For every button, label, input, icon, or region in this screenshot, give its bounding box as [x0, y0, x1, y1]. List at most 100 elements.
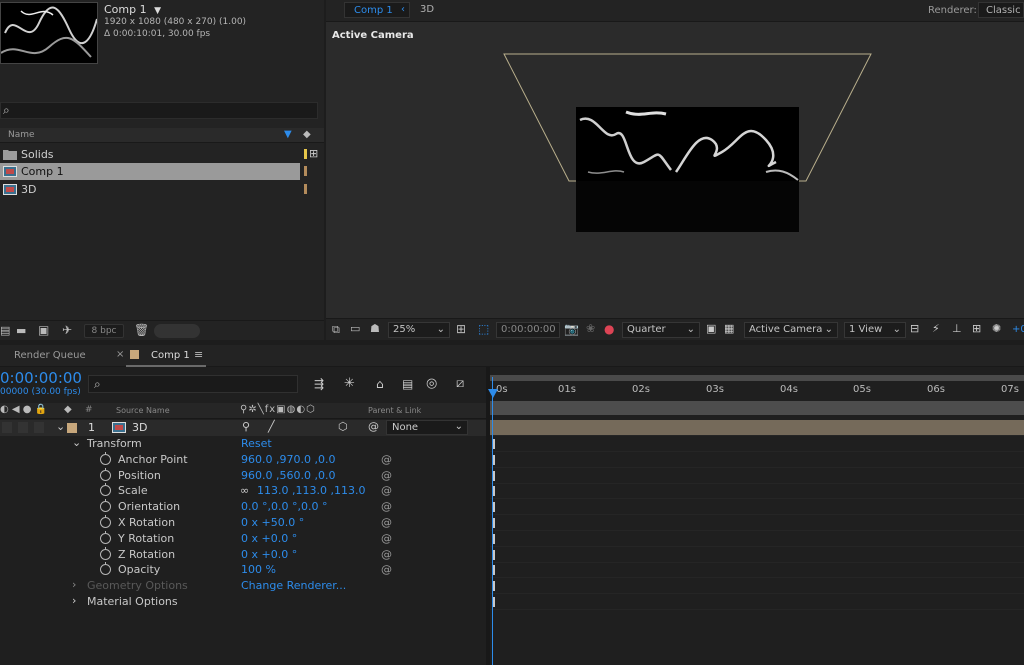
- property-row-scale[interactable]: Scale ∞ 113.0 ,113.0 ,113.0 @: [0, 483, 486, 499]
- geometry-options-row[interactable]: › Geometry Options Change Renderer...: [0, 578, 486, 594]
- keyframe-marker[interactable]: [493, 581, 495, 591]
- label-tag-icon[interactable]: ◆: [303, 129, 311, 140]
- parent-select[interactable]: None ⌄: [386, 420, 468, 435]
- motion-blur-icon[interactable]: ◎: [426, 376, 437, 391]
- transform-group-row[interactable]: ⌄ Transform Reset: [0, 436, 486, 452]
- property-row-position[interactable]: Position 960.0 ,560.0 ,0.0 @: [0, 468, 486, 484]
- project-search-input[interactable]: ⌕: [0, 102, 318, 119]
- pickwhip-icon[interactable]: @: [381, 516, 392, 529]
- property-value[interactable]: 0 x +0.0 °: [241, 532, 297, 545]
- comp-mini-flowchart-icon[interactable]: ⇶: [314, 377, 324, 391]
- property-row-opacity[interactable]: Opacity 100 % @: [0, 562, 486, 578]
- exposure-value[interactable]: +0: [1012, 324, 1024, 335]
- project-scrollbar[interactable]: [154, 324, 200, 338]
- renderer-select[interactable]: Classic 3: [978, 2, 1024, 18]
- flowchart-icon[interactable]: ⊞: [972, 322, 981, 335]
- project-item-solids[interactable]: Solids ⊞: [0, 146, 318, 163]
- audio-toggle[interactable]: [18, 422, 28, 433]
- trash-icon[interactable]: 🗑: [134, 323, 149, 337]
- stopwatch-icon[interactable]: [100, 483, 111, 496]
- expand-chevron-icon[interactable]: ›: [72, 594, 76, 607]
- fast-previews-icon[interactable]: ⚡: [932, 322, 940, 335]
- stopwatch-icon[interactable]: [100, 562, 111, 575]
- panel-menu-icon[interactable]: ≡: [194, 348, 203, 361]
- keyframe-marker[interactable]: [493, 518, 495, 528]
- pickwhip-icon[interactable]: @: [381, 532, 392, 545]
- keyframe-marker[interactable]: [493, 597, 495, 607]
- keyframe-marker[interactable]: [493, 565, 495, 575]
- show-snapshot-icon[interactable]: ❀: [586, 322, 595, 335]
- chevron-left-icon[interactable]: ‹: [401, 4, 405, 15]
- stopwatch-icon[interactable]: [100, 468, 111, 481]
- layer-row-3d[interactable]: ⌄ 1 3D ⚲ ╱ ⬡ @ None ⌄: [0, 420, 486, 436]
- tab-comp1[interactable]: Comp 1: [151, 350, 190, 361]
- keyframe-marker[interactable]: [493, 534, 495, 544]
- monitor-icon[interactable]: ▭: [350, 322, 360, 335]
- close-icon[interactable]: ×: [116, 349, 124, 360]
- transparency-grid-icon[interactable]: ▦: [724, 322, 734, 335]
- keyframe-marker[interactable]: [493, 502, 495, 512]
- graph-editor-icon[interactable]: ⧄: [456, 376, 464, 391]
- property-row-z-rotation[interactable]: Z Rotation 0 x +0.0 ° @: [0, 547, 486, 563]
- reset-link[interactable]: Reset: [241, 437, 272, 450]
- project-item-comp1[interactable]: Comp 1: [0, 163, 307, 180]
- grid-icon[interactable]: ⊞: [456, 322, 466, 336]
- property-row-orientation[interactable]: Orientation 0.0 °,0.0 °,0.0 ° @: [0, 499, 486, 515]
- property-value[interactable]: 100 %: [241, 563, 276, 576]
- source-name-column-label[interactable]: Source Name: [116, 406, 170, 415]
- name-column-label[interactable]: Name: [8, 130, 35, 140]
- pickwhip-icon[interactable]: @: [381, 500, 392, 513]
- mask-icon[interactable]: ☗: [370, 322, 380, 335]
- expand-chevron-icon[interactable]: ⌄: [72, 436, 81, 449]
- snapshot-icon[interactable]: 📷: [564, 322, 579, 336]
- label-tag-icon[interactable]: ◆: [64, 404, 72, 415]
- viewer-tab-3d[interactable]: 3D: [420, 4, 434, 15]
- pickwhip-icon[interactable]: @: [368, 420, 379, 433]
- property-row-x-rotation[interactable]: X Rotation 0 x +50.0 ° @: [0, 515, 486, 531]
- property-value[interactable]: 960.0 ,560.0 ,0.0: [241, 469, 335, 482]
- expand-chevron-icon[interactable]: ⌄: [56, 420, 65, 433]
- keyframe-marker[interactable]: [493, 486, 495, 496]
- region-icon[interactable]: ⬚: [478, 322, 489, 336]
- layer-name[interactable]: 3D: [132, 421, 147, 434]
- shy-switch-icon[interactable]: ⚲: [242, 420, 250, 433]
- material-options-row[interactable]: › Material Options: [0, 594, 486, 610]
- exposure-icon[interactable]: ✺: [992, 322, 1001, 335]
- constrain-proportions-icon[interactable]: ∞: [240, 484, 249, 497]
- keyframe-marker[interactable]: [493, 455, 495, 465]
- interpret-footage-icon[interactable]: ▤: [0, 324, 10, 337]
- resolution-select[interactable]: Quarter ⌄: [622, 322, 700, 338]
- color-channels-icon[interactable]: ●: [604, 322, 614, 336]
- flowchart-icon[interactable]: ⊞: [309, 147, 318, 160]
- toggle-pixel-aspect-icon[interactable]: ⊟: [910, 322, 919, 335]
- pickwhip-icon[interactable]: @: [381, 469, 392, 482]
- viewer-tab-comp1[interactable]: Comp 1 ‹: [344, 2, 410, 18]
- viewer-timecode[interactable]: 0:00:00:00: [496, 322, 560, 338]
- keyframe-marker[interactable]: [493, 471, 495, 481]
- render-icon[interactable]: ✈: [62, 323, 72, 337]
- visibility-toggle[interactable]: [2, 422, 12, 433]
- quality-switch-icon[interactable]: ╱: [268, 420, 275, 433]
- always-preview-icon[interactable]: ⧉: [332, 323, 340, 337]
- pickwhip-icon[interactable]: @: [381, 563, 392, 576]
- change-renderer-link[interactable]: Change Renderer...: [241, 579, 346, 592]
- timeline-search-input[interactable]: ⌕: [88, 375, 298, 393]
- shy-layers-icon[interactable]: ⌂: [376, 377, 384, 391]
- expand-chevron-icon[interactable]: ›: [72, 578, 76, 591]
- comp-name[interactable]: Comp 1 ▼: [104, 3, 161, 16]
- new-folder-icon[interactable]: ▬: [16, 324, 26, 337]
- layer-duration-bar[interactable]: [490, 420, 1024, 436]
- property-value[interactable]: 0.0 °,0.0 °,0.0 °: [241, 500, 327, 513]
- property-value[interactable]: 960.0 ,970.0 ,0.0: [241, 453, 335, 466]
- layer-label-color[interactable]: [67, 423, 77, 433]
- 3d-layer-switch-icon[interactable]: ⬡: [338, 420, 348, 433]
- project-item-3d[interactable]: 3D: [0, 181, 307, 198]
- pickwhip-icon[interactable]: @: [381, 548, 392, 561]
- camera-select[interactable]: Active Camera ⌄: [744, 322, 838, 338]
- stopwatch-icon[interactable]: [100, 452, 111, 465]
- label-color-chip[interactable]: [304, 149, 307, 159]
- current-time-indicator[interactable]: [492, 377, 493, 665]
- frame-blending-icon[interactable]: ▤: [402, 377, 413, 391]
- property-row-y-rotation[interactable]: Y Rotation 0 x +0.0 ° @: [0, 531, 486, 547]
- property-value[interactable]: 113.0 ,113.0 ,113.0: [257, 484, 365, 497]
